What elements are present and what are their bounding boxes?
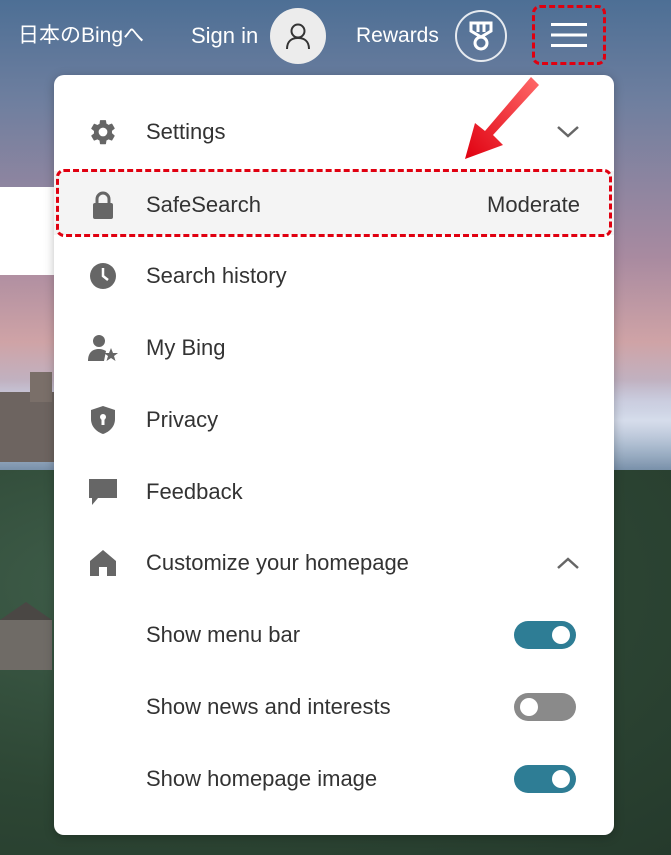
- background-castle: [0, 372, 60, 462]
- menu-item-customize-homepage[interactable]: Customize your homepage: [54, 533, 614, 593]
- avatar[interactable]: [270, 8, 326, 64]
- background-hut: [0, 602, 52, 670]
- language-link[interactable]: 日本のBingへ: [18, 22, 144, 50]
- person-outline-icon: [286, 23, 310, 50]
- toggle-row-homepage-image: Show homepage image: [54, 749, 614, 809]
- privacy-label: Privacy: [146, 407, 219, 432]
- my-bing-label: My Bing: [146, 335, 226, 360]
- rewards-badge[interactable]: [455, 10, 507, 62]
- menu-item-my-bing[interactable]: My Bing: [54, 318, 614, 378]
- settings-dropdown-panel: Settings SafeSearch Moderate Search hist…: [54, 75, 614, 835]
- medal-icon: [469, 21, 493, 51]
- shield-lock-icon: [86, 403, 120, 437]
- home-icon: [86, 546, 120, 580]
- lock-icon: [86, 188, 120, 222]
- toggle-switch-menu-bar[interactable]: [514, 621, 576, 649]
- toggle-switch-homepage-image[interactable]: [514, 765, 576, 793]
- search-history-label: Search history: [146, 263, 287, 288]
- clock-icon: [86, 259, 120, 293]
- toggle-label: Show menu bar: [146, 622, 301, 647]
- rewards-link[interactable]: Rewards: [356, 22, 439, 50]
- settings-label: Settings: [146, 119, 226, 144]
- menu-item-search-history[interactable]: Search history: [54, 246, 614, 306]
- customize-label: Customize your homepage: [146, 550, 409, 575]
- toggle-label: Show homepage image: [146, 766, 378, 791]
- sign-in-link[interactable]: Sign in: [191, 22, 258, 50]
- menu-item-privacy[interactable]: Privacy: [54, 390, 614, 450]
- search-box-edge[interactable]: [0, 187, 60, 275]
- toggle-label: Show news and interests: [146, 694, 391, 719]
- menu-item-feedback[interactable]: Feedback: [54, 462, 614, 522]
- safesearch-value: Moderate: [487, 192, 580, 217]
- gear-icon: [86, 115, 120, 149]
- menu-item-safesearch[interactable]: SafeSearch Moderate: [54, 175, 614, 235]
- toggle-switch-news-interests[interactable]: [514, 693, 576, 721]
- safesearch-label: SafeSearch: [146, 192, 261, 217]
- hamburger-menu-button[interactable]: [532, 5, 606, 65]
- menu-item-settings[interactable]: Settings: [54, 102, 614, 162]
- toggle-row-menu-bar: Show menu bar: [54, 605, 614, 665]
- chat-bubble-icon: [86, 475, 120, 509]
- chevron-up-icon[interactable]: [556, 551, 580, 575]
- feedback-label: Feedback: [146, 479, 243, 504]
- top-header: 日本のBingへ Sign in Rewards: [0, 0, 671, 72]
- chevron-down-icon[interactable]: [556, 120, 580, 144]
- toggle-row-news-interests: Show news and interests: [54, 677, 614, 737]
- user-star-icon: [86, 331, 120, 365]
- hamburger-menu-icon: [551, 23, 587, 47]
